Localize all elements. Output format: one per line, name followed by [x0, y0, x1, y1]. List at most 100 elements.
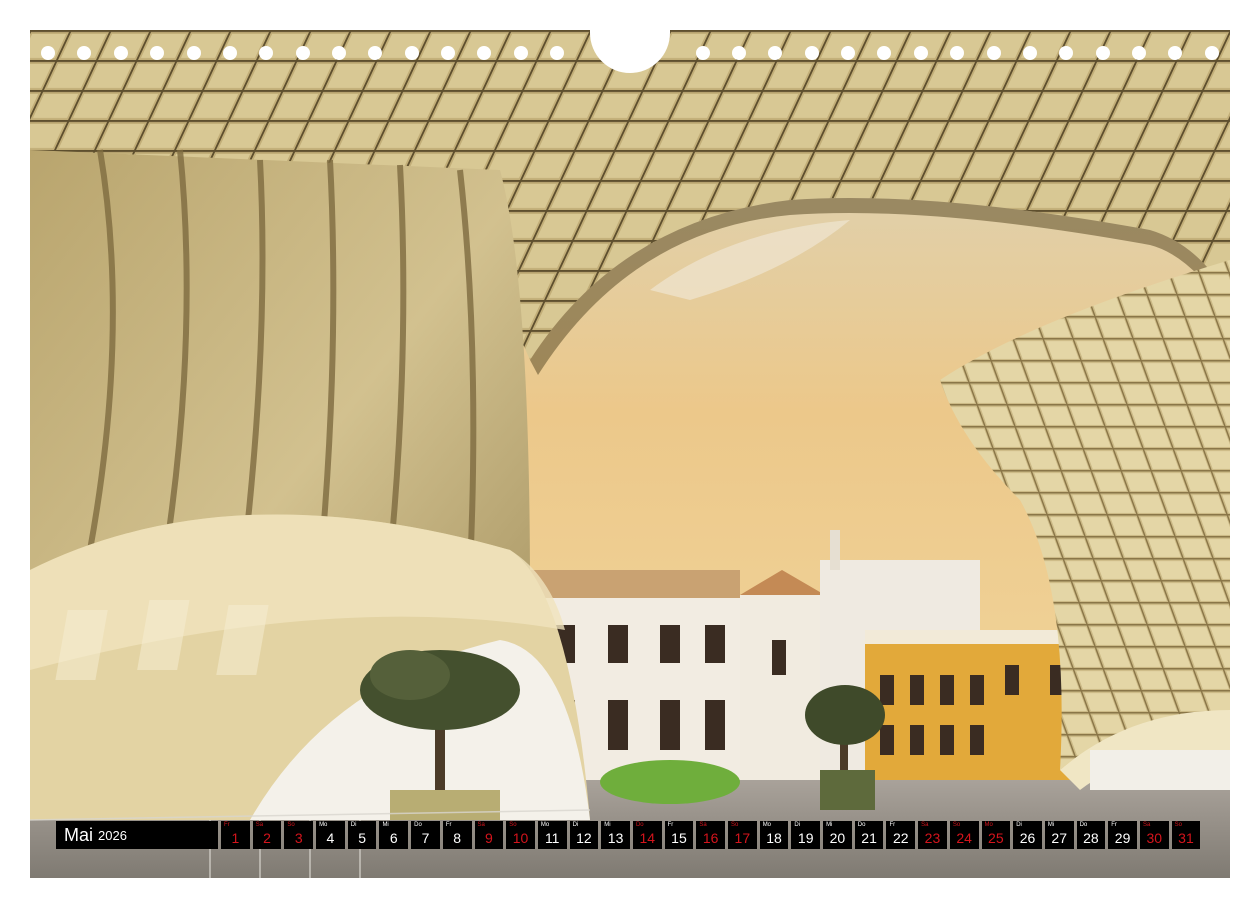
weekday-label: So — [509, 822, 517, 828]
weekday-label: Fr — [667, 822, 674, 828]
weekday-label: Do — [1079, 822, 1088, 828]
weekday-label: Do — [635, 822, 644, 828]
weekday-label: Do — [857, 822, 866, 828]
day-cell: Mi 20 — [823, 821, 852, 849]
weekday-label: Mi — [826, 822, 833, 828]
day-number: 14 — [639, 830, 656, 846]
day-cell: Sa 23 — [918, 821, 947, 849]
day-number: 18 — [766, 830, 782, 846]
day-number: 17 — [734, 830, 751, 846]
weekday-label: Sa — [921, 822, 929, 828]
weekday-label: So — [731, 822, 739, 828]
day-cell: So 10 — [506, 821, 535, 849]
day-number: 8 — [453, 830, 462, 846]
weekday-label: Fr — [445, 822, 452, 828]
weekday-label: Mo — [762, 822, 772, 828]
day-cell: Sa 9 — [474, 821, 504, 849]
weekday-label: Mi — [382, 822, 389, 828]
day-number: 7 — [421, 830, 430, 846]
day-number: 13 — [607, 830, 624, 846]
day-cell: Di 19 — [791, 821, 821, 849]
day-cell: Mo 25 — [981, 821, 1011, 849]
weekday-label: Mo — [984, 822, 993, 828]
day-number: 1 — [231, 830, 240, 846]
day-cell: Fr 1 — [221, 821, 250, 849]
day-number: 28 — [1083, 830, 1099, 846]
weekday-label: Fr — [1111, 822, 1117, 828]
day-number: 27 — [1051, 830, 1067, 846]
day-cell: Sa 16 — [696, 821, 725, 849]
day-number: 22 — [892, 830, 909, 846]
weekday-label: Mo — [540, 822, 550, 828]
day-number: 31 — [1178, 830, 1194, 846]
day-cell: Fr 8 — [442, 821, 472, 849]
weekday-label: So — [287, 822, 295, 828]
day-number: 9 — [484, 830, 493, 846]
calendar-photo — [30, 30, 1230, 878]
weekday-label: Di — [350, 822, 357, 828]
weekday-label: Fr — [889, 822, 896, 828]
weekday-label: Di — [572, 822, 579, 828]
day-cell: Do 21 — [854, 821, 884, 849]
month-year: 2026 — [98, 827, 127, 843]
day-number: 30 — [1146, 830, 1163, 846]
day-cell: Di 26 — [1013, 821, 1042, 849]
month-label: Mai 2026 — [56, 821, 218, 849]
weekday-label: Sa — [1142, 822, 1151, 828]
weekday-label: Sa — [255, 822, 264, 828]
day-cell: Mo 18 — [759, 821, 789, 849]
day-number: 16 — [702, 830, 719, 846]
weekday-label: Di — [1016, 822, 1022, 828]
day-number: 24 — [956, 830, 972, 846]
day-cell: Mi 6 — [379, 821, 409, 849]
day-cell: So 3 — [284, 821, 314, 849]
calendar-bar: Mai 2026 Fr 1 Sa 2 So 3 Mo 4 Di 5 Mi 6 Do 7 Fr 8 Sa 9 So 10… — [56, 821, 1203, 849]
day-cell: Mo 11 — [537, 821, 567, 849]
day-cell: Sa 30 — [1139, 821, 1169, 849]
day-cell: Mo 4 — [316, 821, 345, 849]
day-cell: Di 12 — [569, 821, 599, 849]
weekday-label: Mo — [319, 822, 328, 828]
month-name: Mai — [64, 824, 94, 845]
weekday-label: Di — [794, 822, 801, 828]
day-number: 6 — [389, 830, 398, 846]
day-number: 10 — [512, 830, 529, 846]
day-cell: Fr 29 — [1108, 821, 1137, 849]
day-number: 5 — [358, 830, 366, 846]
day-cell: Do 28 — [1076, 821, 1106, 849]
day-cell: Mi 27 — [1044, 821, 1074, 849]
day-number: 3 — [294, 830, 303, 846]
weekday-label: Mi — [604, 822, 611, 828]
day-number: 15 — [671, 830, 687, 846]
weekday-label: So — [1174, 822, 1182, 828]
day-number: 25 — [988, 830, 1004, 846]
day-number: 23 — [924, 830, 941, 846]
day-number: 12 — [576, 830, 592, 846]
day-cell: Do 7 — [411, 821, 440, 849]
day-cell: Mi 13 — [601, 821, 630, 849]
day-cell: Fr 15 — [664, 821, 694, 849]
day-number: 29 — [1114, 830, 1131, 846]
day-number: 11 — [544, 830, 560, 846]
day-number: 21 — [861, 830, 877, 846]
weekday-label: Fr — [224, 822, 230, 828]
day-number: 26 — [1019, 830, 1036, 846]
day-cell: So 24 — [949, 821, 979, 849]
metropol-parasol-scene — [30, 30, 1230, 878]
day-cell: Do 14 — [632, 821, 662, 849]
weekday-label: Sa — [477, 822, 485, 828]
weekday-label: Do — [414, 822, 422, 828]
day-cell: Di 5 — [347, 821, 377, 849]
weekday-label: So — [952, 822, 961, 828]
day-cells: Fr 1 Sa 2 So 3 Mo 4 Di 5 Mi 6 Do 7 Fr 8 Sa 9 So 10 Mo 11 Di 12 M… — [221, 821, 1203, 849]
day-cell: So 31 — [1171, 821, 1201, 849]
day-number: 2 — [263, 830, 271, 846]
weekday-label: Sa — [699, 822, 707, 828]
day-number: 4 — [326, 830, 335, 846]
day-number: 19 — [797, 830, 814, 846]
day-cell: So 17 — [728, 821, 757, 849]
day-cell: Fr 22 — [886, 821, 916, 849]
weekday-label: Mi — [1047, 822, 1055, 828]
day-number: 20 — [829, 830, 846, 846]
day-cell: Sa 2 — [252, 821, 282, 849]
